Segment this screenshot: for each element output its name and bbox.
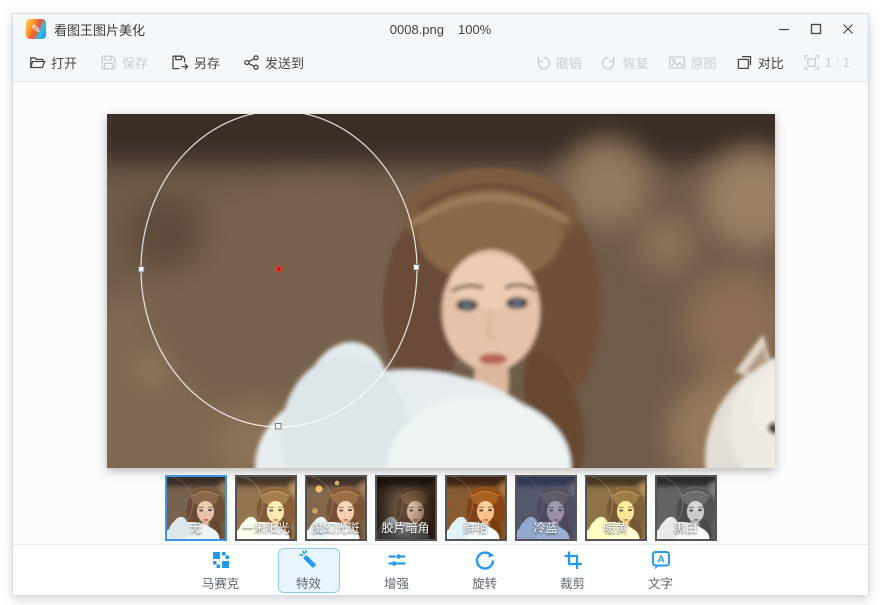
- sliders-icon: [386, 549, 408, 571]
- filter-thumb-vivid[interactable]: 鲜艳: [445, 475, 507, 541]
- crop-icon: [562, 549, 584, 571]
- filter-strip: 无 一米阳光 魔幻光斑 胶片暗角 鲜艳: [13, 475, 868, 541]
- one-to-one-label: 1 : 1: [825, 55, 850, 70]
- filter-thumb-warm-yellow[interactable]: 暖黄: [585, 475, 647, 541]
- redo-button[interactable]: 恢复: [601, 53, 649, 72]
- nav-label: 马赛克: [202, 573, 240, 592]
- share-icon: [243, 54, 260, 71]
- edit-actions: 撤销 恢复 原图 对比 1 : 1: [534, 53, 852, 72]
- app-logo-icon: ✎: [26, 19, 46, 39]
- nav-crop[interactable]: 裁剪: [542, 548, 604, 593]
- save-label: 保存: [122, 53, 148, 72]
- maximize-button[interactable]: [800, 14, 832, 44]
- filter-thumb-magic-bokeh[interactable]: 魔幻光斑: [305, 475, 367, 541]
- nav-label: 特效: [296, 573, 321, 592]
- maximize-icon: [810, 23, 822, 35]
- filter-thumb-none[interactable]: 无: [165, 475, 227, 541]
- rotate-icon: [474, 549, 496, 571]
- compare-label: 对比: [758, 53, 784, 72]
- close-icon: [842, 23, 854, 35]
- one-to-one-button[interactable]: 1 : 1: [803, 54, 850, 71]
- nav-label: 增强: [384, 573, 409, 592]
- filter-thumb-cool-blue[interactable]: 冷蓝: [515, 475, 577, 541]
- title-bar: ✎ 看图王图片美化 0008.png 100%: [13, 14, 868, 44]
- nav-mosaic[interactable]: 马赛克: [190, 548, 252, 593]
- nav-rotate[interactable]: 旋转: [454, 548, 516, 593]
- overlay-handle-right: [414, 265, 420, 271]
- save-icon: [100, 54, 117, 71]
- photo-image: [107, 114, 775, 468]
- nav-label: 裁剪: [560, 573, 585, 592]
- compare-icon: [736, 54, 753, 71]
- nav-label: 旋转: [472, 573, 497, 592]
- one-to-one-icon: [803, 54, 820, 71]
- open-button[interactable]: 打开: [29, 53, 77, 72]
- save-as-icon: [171, 54, 189, 71]
- close-button[interactable]: [832, 14, 864, 44]
- filter-thumb-sunny[interactable]: 一米阳光: [235, 475, 297, 541]
- overlay-handle-bottom: [276, 424, 282, 430]
- mosaic-icon: [210, 549, 232, 571]
- minimize-button[interactable]: [768, 14, 800, 44]
- nav-enhance[interactable]: 增强: [366, 548, 428, 593]
- bottom-toolbar: 马赛克 特效 增强 旋转 裁剪 A 文字: [13, 544, 868, 595]
- minimize-icon: [778, 23, 790, 35]
- overlay-handle-left: [139, 267, 145, 273]
- nav-text[interactable]: A 文字: [630, 548, 692, 593]
- redo-label: 恢复: [623, 53, 649, 72]
- main-toolbar: 打开 保存 另存 发送到 撤销 恢复 原图: [13, 44, 868, 81]
- document-filename: 0008.png: [390, 22, 444, 37]
- redo-icon: [601, 54, 618, 71]
- open-folder-icon: [29, 54, 46, 71]
- undo-icon: [534, 54, 551, 71]
- original-label: 原图: [691, 53, 717, 72]
- photo-preview[interactable]: [107, 114, 775, 468]
- image-icon: [668, 54, 686, 71]
- send-to-button[interactable]: 发送到: [243, 53, 304, 72]
- filter-thumb-film-vignette[interactable]: 胶片暗角: [375, 475, 437, 541]
- compare-button[interactable]: 对比: [736, 53, 784, 72]
- zoom-level: 100%: [458, 22, 491, 37]
- svg-text:A: A: [657, 553, 665, 565]
- open-label: 打开: [51, 53, 77, 72]
- window-controls: [768, 14, 864, 44]
- save-as-button[interactable]: 另存: [171, 53, 220, 72]
- original-image-button[interactable]: 原图: [668, 53, 717, 72]
- nav-label: 文字: [648, 573, 673, 592]
- text-icon: A: [650, 549, 672, 571]
- nav-effects[interactable]: 特效: [278, 548, 340, 593]
- app-window: ✎ 看图王图片美化 0008.png 100% 打开 保存: [12, 13, 869, 595]
- app-title: 看图王图片美化: [54, 20, 145, 39]
- save-as-label: 另存: [194, 53, 220, 72]
- filter-thumb-bw[interactable]: 黑白: [655, 475, 717, 541]
- undo-button[interactable]: 撤销: [534, 53, 582, 72]
- save-button[interactable]: 保存: [100, 53, 148, 72]
- magic-wand-icon: [298, 549, 320, 571]
- editor-canvas: 无 一米阳光 魔幻光斑 胶片暗角 鲜艳: [13, 81, 868, 544]
- send-to-label: 发送到: [265, 53, 304, 72]
- undo-label: 撤销: [556, 53, 582, 72]
